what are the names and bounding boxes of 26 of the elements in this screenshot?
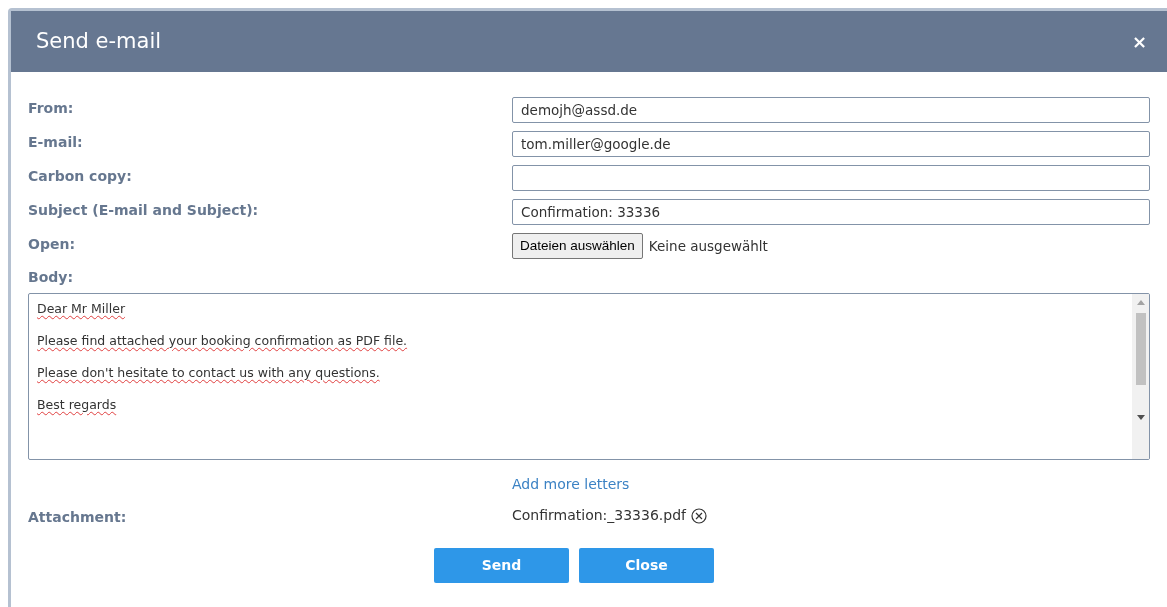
- field-label: From:: [28, 98, 75, 118]
- input-field[interactable]: Confirmation: 33336: [512, 199, 1150, 225]
- field-label: Subject (E-mail and Subject):: [28, 200, 260, 220]
- attachment-name: Confirmation:_33336.pdf: [512, 506, 686, 525]
- body-text: Please don't hesitate to contact us with any questions.: [37, 366, 381, 380]
- choose-files-button[interactable]: Dateien auswählen: [512, 233, 643, 259]
- field-label: Carbon copy:: [28, 166, 133, 186]
- scrollbar[interactable]: [1132, 294, 1149, 459]
- field-label: E-mail:: [28, 132, 84, 152]
- scroll-up-icon[interactable]: [1136, 300, 1145, 305]
- input-field[interactable]: [512, 165, 1150, 191]
- scroll-down-icon[interactable]: [1136, 415, 1145, 420]
- add-more-letters-link[interactable]: Add more letters: [512, 474, 1150, 495]
- remove-icon[interactable]: [691, 507, 707, 524]
- body-text: Dear Mr Miller: [37, 302, 127, 316]
- field-label: Attachment:: [28, 508, 128, 527]
- input-field[interactable]: demojh@assd.de: [512, 97, 1150, 123]
- file-status: Keine ausgewählt: [648, 236, 768, 256]
- window-title: Send e-mail: [36, 27, 162, 55]
- input-field[interactable]: tom.miller@google.de: [512, 131, 1150, 157]
- field-label: Open:: [28, 234, 76, 254]
- body-text: Best regards: [37, 398, 118, 412]
- field-label: Body:: [28, 268, 75, 287]
- scrollbar-thumb[interactable]: [1135, 313, 1146, 385]
- body-text: Please find attached your booking confirmation as PDF file.: [37, 334, 409, 348]
- body-textarea[interactable]: Dear Mr Miller Please find attached your booking confirmation as PDF file. Please don't hesitate to contact us with any questions. Best regards: [28, 293, 1150, 460]
